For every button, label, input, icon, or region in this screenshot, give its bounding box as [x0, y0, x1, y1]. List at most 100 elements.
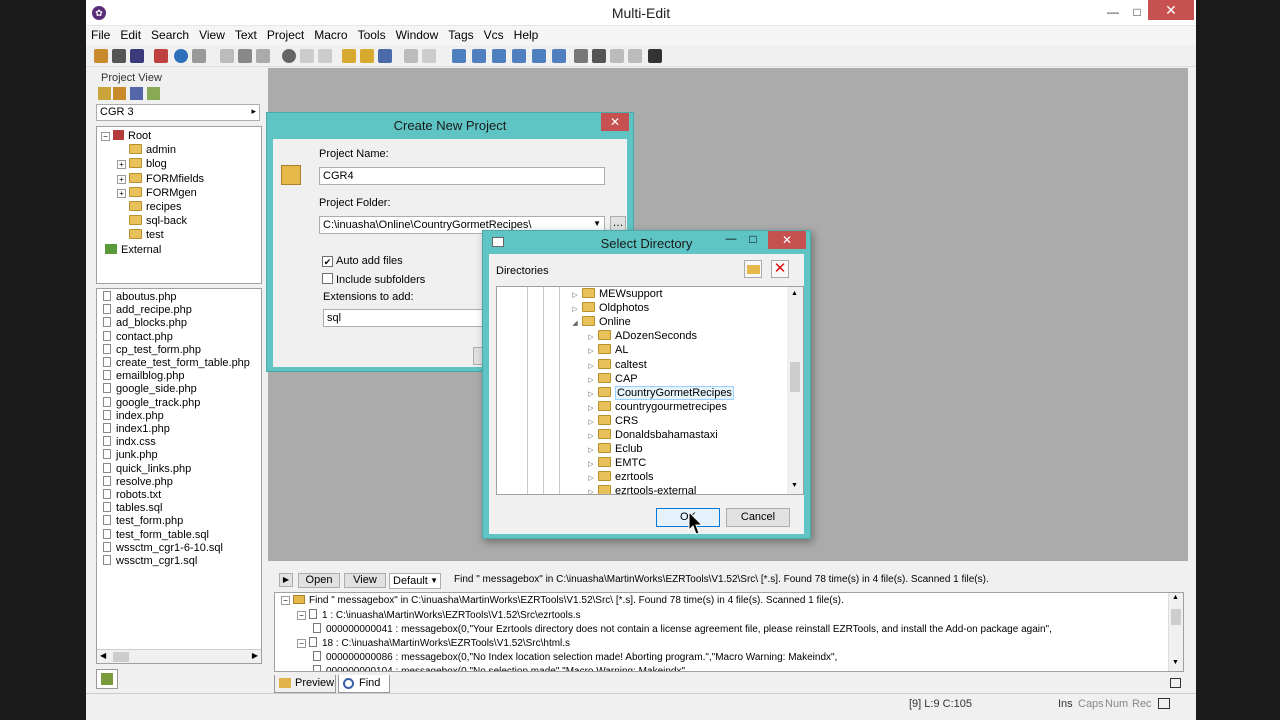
menu-tools[interactable]: Tools: [353, 26, 391, 44]
file-list-item[interactable]: test_form_table.sql: [103, 528, 209, 541]
cancel-button[interactable]: Cancel: [726, 508, 790, 527]
scroll-up-icon[interactable]: ▲: [1172, 594, 1179, 601]
bookmark-icon[interactable]: [342, 49, 356, 63]
minimize-button[interactable]: —: [1102, 2, 1124, 22]
dialog-maximize-button[interactable]: □: [745, 232, 761, 246]
directory-item[interactable]: ▷ MEWsupport: [571, 288, 663, 302]
collapsed-arrow-icon[interactable]: ▷: [587, 404, 595, 412]
collapsed-arrow-icon[interactable]: ▷: [587, 333, 595, 341]
settings-icon[interactable]: [610, 49, 624, 63]
file-list-item[interactable]: tables.sql: [103, 502, 162, 514]
scroll-left-icon[interactable]: ◀: [100, 651, 106, 660]
file-list-item[interactable]: add_recipe.php: [103, 304, 192, 316]
collapsed-arrow-icon[interactable]: ▷: [587, 446, 595, 454]
open-button[interactable]: Open: [298, 573, 340, 588]
scroll-thumb[interactable]: [790, 362, 800, 392]
file-list-item[interactable]: google_side.php: [103, 383, 197, 395]
include-subfolders-checkbox[interactable]: Include subfolders: [322, 273, 425, 286]
collapsed-arrow-icon[interactable]: ▷: [587, 488, 595, 494]
file-list-item[interactable]: quick_links.php: [103, 462, 191, 475]
search-next-icon[interactable]: [300, 49, 314, 63]
file-list-item[interactable]: index.php: [103, 409, 164, 422]
menu-search[interactable]: Search: [146, 26, 194, 44]
collapse-icon[interactable]: −: [281, 596, 290, 605]
tree-item[interactable]: + blog: [117, 158, 167, 172]
close-button[interactable]: ✕: [1148, 0, 1194, 20]
scroll-thumb[interactable]: [1171, 609, 1181, 625]
maximize-button[interactable]: □: [1126, 2, 1148, 22]
tree-item[interactable]: sql-back: [117, 215, 187, 229]
file-list-item[interactable]: ad_blocks.php: [103, 317, 187, 329]
menu-tags[interactable]: Tags: [443, 26, 478, 44]
menu-view[interactable]: View: [194, 26, 230, 44]
directory-item[interactable]: ◢ Online: [571, 316, 631, 330]
window-cascade-icon[interactable]: [492, 49, 506, 63]
directory-item[interactable]: ▷ ezrtools: [587, 471, 654, 485]
copy-icon[interactable]: [238, 49, 252, 63]
view-button[interactable]: View: [344, 573, 386, 588]
menu-vcs[interactable]: Vcs: [479, 26, 509, 44]
window-vertical-icon[interactable]: [552, 49, 566, 63]
expand-icon[interactable]: +: [117, 174, 126, 184]
collapsed-arrow-icon[interactable]: ▷: [587, 474, 595, 482]
menu-project[interactable]: Project: [262, 26, 309, 44]
directory-item[interactable]: ▷ CountryGormetRecipes: [587, 385, 734, 401]
cut-icon[interactable]: [220, 49, 234, 63]
save-all-icon[interactable]: [130, 49, 144, 63]
project-add-icon[interactable]: [113, 87, 126, 100]
extensions-field[interactable]: sql: [323, 309, 483, 327]
undo-icon[interactable]: [404, 49, 418, 63]
directory-item[interactable]: ▷ ADozenSeconds: [587, 330, 697, 344]
file-list-scrollbar[interactable]: ◀ ▶: [97, 649, 261, 663]
expand-icon[interactable]: +: [117, 160, 126, 170]
directory-item[interactable]: ▷ ezrtools-external: [587, 485, 696, 494]
collapsed-arrow-icon[interactable]: ▷: [571, 291, 579, 299]
directory-item[interactable]: ▷ Donaldsbahamastaxi: [587, 429, 718, 443]
resize-icon[interactable]: [1158, 698, 1170, 709]
find-result-line[interactable]: 000000000041 : messagebox(0,"Your Ezrtoo…: [313, 623, 1052, 635]
window-split-icon[interactable]: [512, 49, 526, 63]
file-list-item[interactable]: contact.php: [103, 330, 173, 343]
window-horizontal-icon[interactable]: [532, 49, 546, 63]
select-directory-close-button[interactable]: ✕: [768, 231, 806, 249]
project-open-icon[interactable]: [98, 87, 111, 100]
bookmark-next-icon[interactable]: [360, 49, 374, 63]
project-name-field[interactable]: CGR4: [319, 167, 605, 185]
directory-item[interactable]: ▷ AL: [587, 344, 628, 358]
file-list-item[interactable]: resolve.php: [103, 475, 173, 488]
tree-item[interactable]: + FORMfields: [117, 172, 204, 187]
search-icon[interactable]: [282, 49, 296, 63]
scroll-right-icon[interactable]: ▶: [252, 651, 258, 660]
tree-item[interactable]: − Root: [101, 130, 151, 144]
dialog-minimize-button[interactable]: —: [723, 233, 739, 245]
collapse-icon[interactable]: −: [101, 132, 110, 141]
exit-icon[interactable]: [648, 49, 662, 63]
auto-add-checkbox[interactable]: ✔ Auto add files: [322, 255, 403, 267]
tree-item[interactable]: admin: [117, 144, 176, 158]
save-icon[interactable]: [112, 49, 126, 63]
redo-icon[interactable]: [422, 49, 436, 63]
find-result-line[interactable]: − Find " messagebox" in C:\inuasha\Martin…: [281, 595, 844, 606]
tree-item[interactable]: test: [117, 229, 164, 243]
compare-icon[interactable]: [574, 49, 588, 63]
file-list-item[interactable]: create_test_form_table.php: [103, 357, 250, 369]
file-list-item[interactable]: index1.php: [103, 423, 170, 435]
project-properties-icon[interactable]: [130, 87, 143, 100]
project-combo[interactable]: CGR 3 ▸: [96, 104, 260, 121]
menu-help[interactable]: Help: [509, 26, 544, 44]
directory-scrollbar[interactable]: ▲ ▼: [787, 287, 803, 494]
collapsed-arrow-icon[interactable]: ▷: [587, 362, 595, 370]
default-select[interactable]: Default ▼: [389, 573, 441, 589]
globe-icon[interactable]: [174, 49, 188, 63]
directory-item[interactable]: ▷ CAP: [587, 372, 638, 387]
collapsed-arrow-icon[interactable]: ▷: [587, 418, 595, 426]
find-result-line[interactable]: 000000000104 : messagebox(0,"No selectio…: [313, 665, 688, 671]
directory-item[interactable]: ▷ EMTC: [587, 457, 646, 471]
delete-folder-button[interactable]: ✕: [771, 260, 789, 278]
search-prev-icon[interactable]: [318, 49, 332, 63]
file-list-item[interactable]: aboutus.php: [103, 291, 177, 303]
menu-edit[interactable]: Edit: [115, 26, 146, 44]
directory-item[interactable]: ▷ CRS: [587, 414, 638, 429]
directory-item[interactable]: ▷ caltest: [587, 358, 647, 373]
tool-icon[interactable]: [192, 49, 206, 63]
